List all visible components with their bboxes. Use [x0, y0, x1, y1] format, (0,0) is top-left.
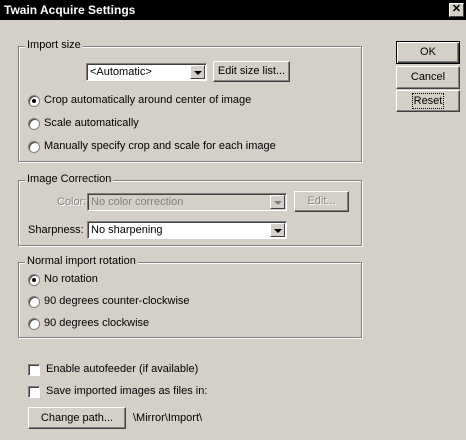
color-correction-value: No color correction [91, 196, 184, 208]
reset-button[interactable]: Reset [396, 90, 460, 112]
radio-90-cw[interactable] [28, 318, 40, 330]
cancel-button[interactable]: Cancel [396, 66, 460, 89]
sharpness-label: Sharpness: [28, 224, 84, 236]
edit-size-list-button[interactable]: Edit size list... [213, 61, 290, 82]
radio-90-ccw-label[interactable]: 90 degrees counter-clockwise [44, 295, 190, 307]
path-value: \Mirror\Import\ [133, 412, 203, 424]
color-label: Color: [57, 196, 87, 208]
radio-no-rotation-label[interactable]: No rotation [44, 273, 98, 285]
chevron-down-icon[interactable] [270, 195, 285, 209]
radio-no-rotation[interactable] [28, 274, 40, 286]
image-correction-legend: Image Correction [25, 173, 114, 185]
close-icon: ✕ [451, 3, 462, 15]
title-bar: Twain Acquire Settings ✕ [0, 0, 466, 20]
radio-crop-automatically[interactable] [28, 95, 40, 107]
chevron-down-icon[interactable] [270, 223, 285, 237]
window-title: Twain Acquire Settings [4, 3, 136, 17]
size-select[interactable]: <Automatic> [86, 63, 207, 81]
save-files-checkbox[interactable] [28, 386, 40, 398]
ok-button[interactable]: OK [396, 41, 460, 64]
rotation-legend: Normal import rotation [25, 255, 138, 267]
close-button[interactable]: ✕ [449, 3, 464, 17]
radio-scale-automatically[interactable] [28, 118, 40, 130]
import-size-legend: Import size [25, 39, 83, 51]
chevron-down-icon[interactable] [190, 65, 205, 79]
radio-90-ccw[interactable] [28, 296, 40, 308]
dialog-window: Twain Acquire Settings ✕ Import size <Au… [0, 0, 466, 440]
color-edit-button[interactable]: Edit... [294, 191, 349, 212]
sharpness-select[interactable]: No sharpening [87, 221, 287, 239]
autofeeder-checkbox[interactable] [28, 364, 40, 376]
sharpness-value: No sharpening [91, 224, 163, 236]
change-path-button[interactable]: Change path... [28, 407, 126, 429]
color-correction-select[interactable]: No color correction [87, 193, 287, 211]
autofeeder-label[interactable]: Enable autofeeder (if available) [46, 363, 198, 375]
radio-manual-crop-scale[interactable] [28, 141, 40, 153]
size-select-value: <Automatic> [90, 66, 152, 78]
radio-scale-automatically-label[interactable]: Scale automatically [44, 117, 139, 129]
radio-crop-automatically-label[interactable]: Crop automatically around center of imag… [44, 94, 251, 106]
radio-90-cw-label[interactable]: 90 degrees clockwise [44, 317, 149, 329]
radio-manual-crop-scale-label[interactable]: Manually specify crop and scale for each… [44, 140, 276, 152]
save-files-label[interactable]: Save imported images as files in: [46, 385, 207, 397]
